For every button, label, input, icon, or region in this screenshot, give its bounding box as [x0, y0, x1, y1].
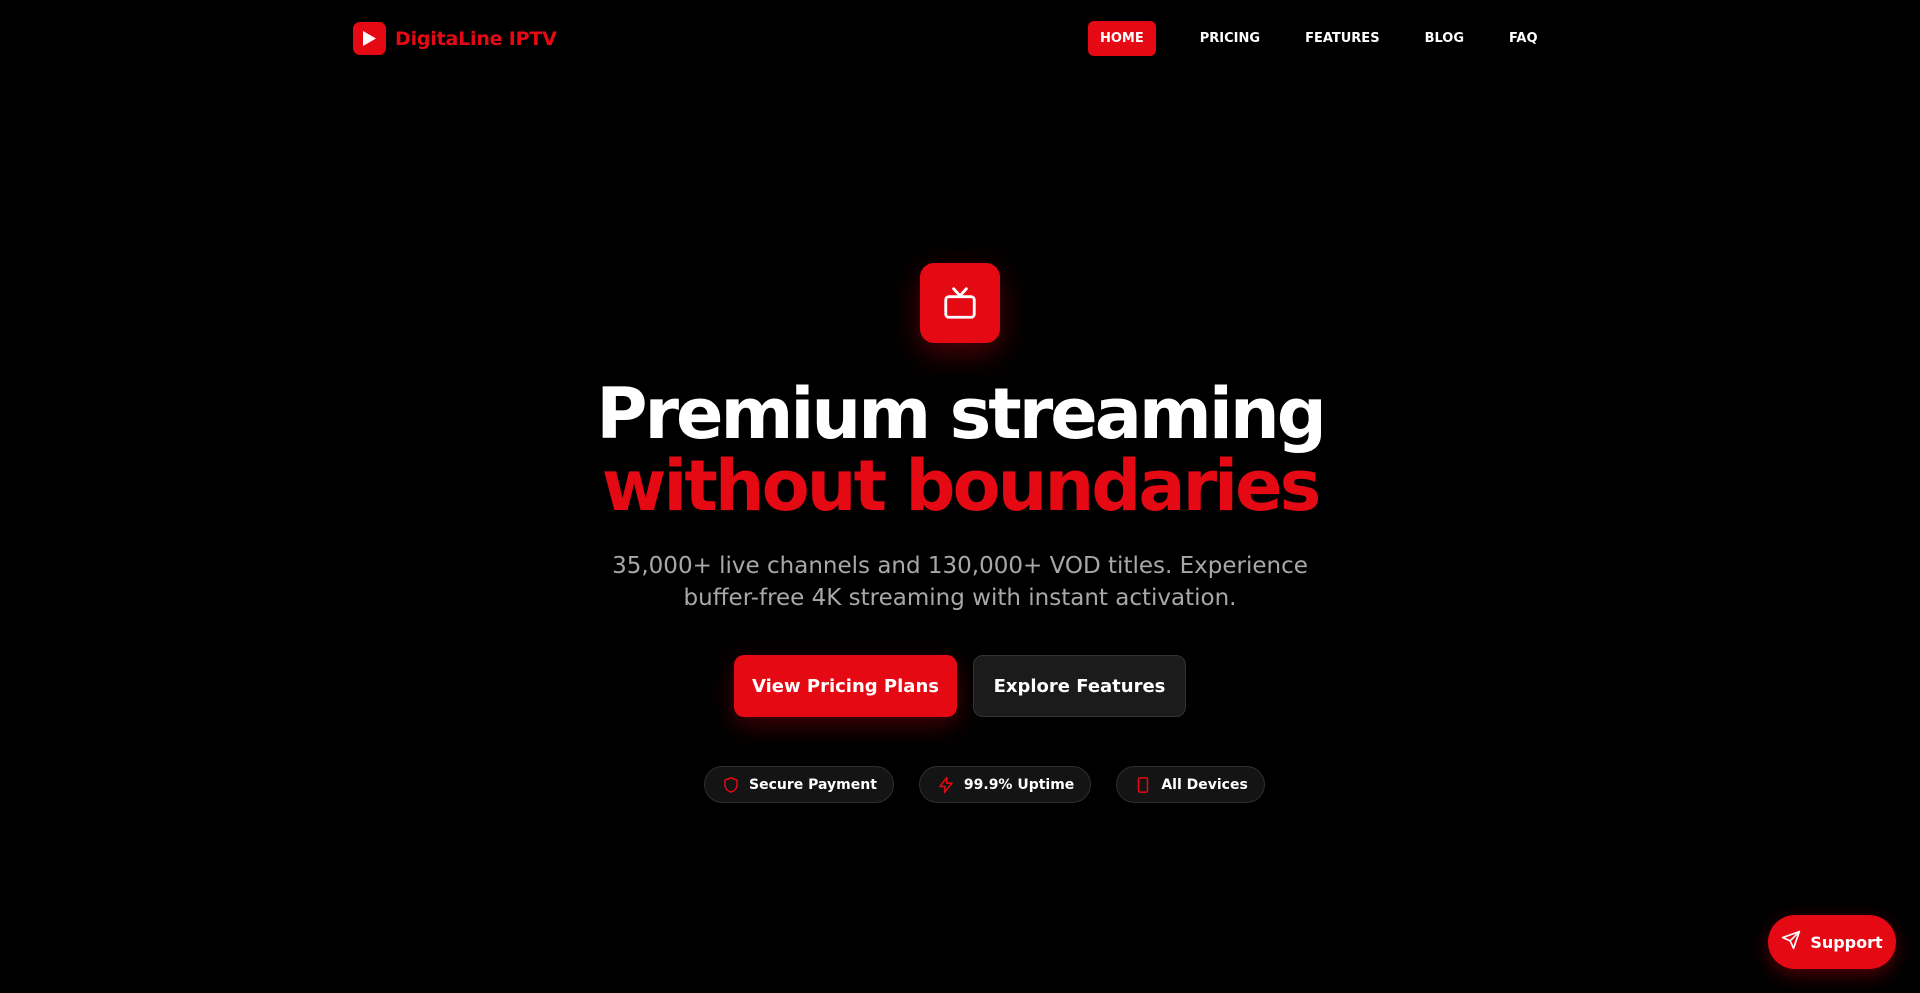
play-icon	[353, 22, 386, 55]
badge-secure-payment: Secure Payment	[704, 766, 894, 803]
badge-label: 99.9% Uptime	[963, 776, 1075, 793]
hero-title: Premium streaming without boundaries	[0, 378, 1920, 522]
lightning-icon	[937, 776, 955, 794]
support-button[interactable]: Support	[1768, 915, 1896, 969]
trust-badges: Secure Payment 99.9% Uptime All Devices	[704, 766, 1265, 803]
nav-item-faq[interactable]: FAQ	[1497, 21, 1550, 56]
tv-icon	[920, 263, 1000, 343]
badge-uptime: 99.9% Uptime	[918, 766, 1092, 803]
site-header: DigitaLine IPTV HOME PRICING FEATURES BL…	[0, 0, 1920, 76]
nav-item-home[interactable]: HOME	[1088, 21, 1156, 56]
explore-features-button[interactable]: Explore Features	[973, 655, 1186, 717]
smartphone-icon	[1134, 776, 1152, 794]
brand-name: DigitaLine IPTV	[395, 27, 557, 50]
send-icon	[1781, 930, 1801, 954]
brand-logo[interactable]: DigitaLine IPTV	[353, 22, 557, 55]
support-label: Support	[1810, 932, 1883, 952]
hero-subtitle: 35,000+ live channels and 130,000+ VOD t…	[612, 553, 1308, 611]
main-nav: HOME PRICING FEATURES BLOG FAQ	[1088, 21, 1550, 56]
shield-icon	[722, 776, 740, 794]
badge-label: Secure Payment	[749, 776, 877, 793]
badge-all-devices: All Devices	[1116, 766, 1265, 803]
nav-item-features[interactable]: FEATURES	[1293, 21, 1392, 56]
view-pricing-button[interactable]: View Pricing Plans	[734, 655, 957, 717]
badge-label: All Devices	[1161, 776, 1248, 793]
nav-item-pricing[interactable]: PRICING	[1188, 21, 1272, 56]
nav-item-blog[interactable]: BLOG	[1413, 21, 1476, 56]
hero-title-line1: Premium streaming	[596, 373, 1327, 455]
hero-title-line2: without boundaries	[601, 445, 1322, 527]
